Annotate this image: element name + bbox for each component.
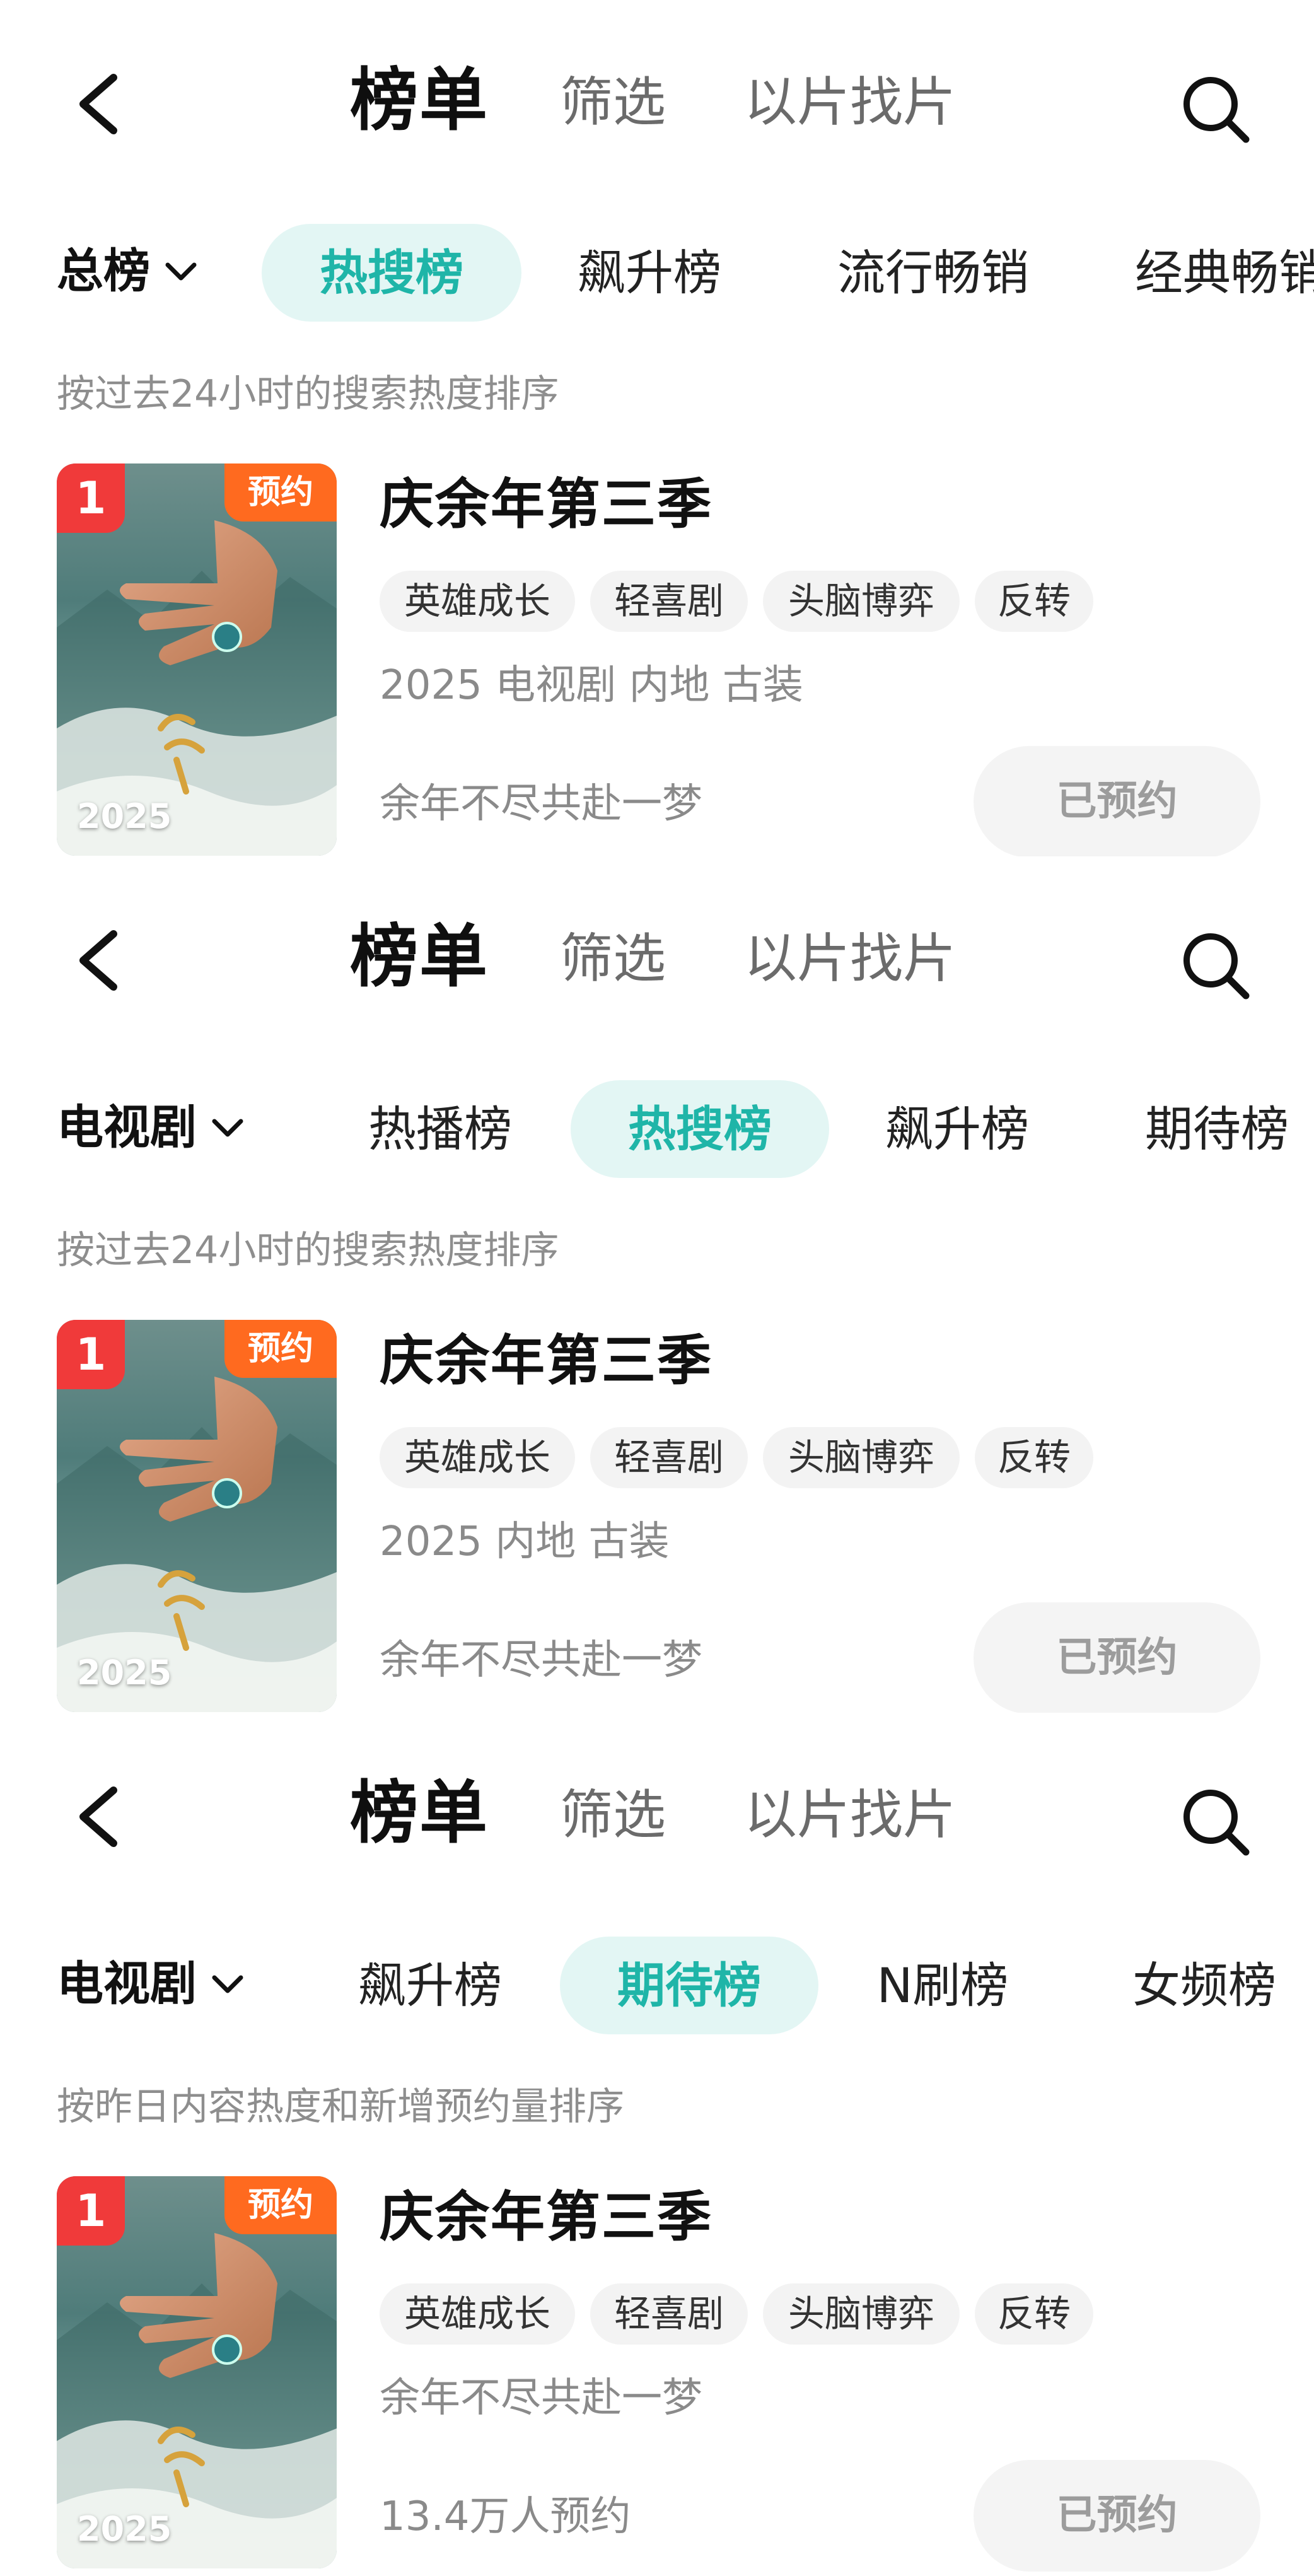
page-title: 榜单: [350, 918, 489, 996]
chip-rising[interactable]: 飙升榜: [863, 1080, 1052, 1178]
poster-year: 2025: [77, 1653, 172, 1693]
poster-year: 2025: [77, 796, 172, 836]
back-button[interactable]: [69, 1779, 126, 1855]
chevron-left-icon: [79, 930, 117, 991]
ranking-description: 按过去24小时的搜索热度排序: [57, 372, 559, 416]
tab-filter[interactable]: 筛选: [560, 66, 666, 139]
chevron-down-icon: [211, 1971, 245, 1996]
rank-badge: 1: [57, 1320, 125, 1389]
show-slogan: 余年不尽共赴一梦: [380, 2375, 702, 2422]
tag: 轻喜剧: [590, 2283, 748, 2345]
ranking-panel-1: 榜单 筛选 以片找片 总榜 热搜榜 飙升榜 流行畅销 经典畅销 按过去24小时的…: [0, 0, 1314, 856]
chip-anticipated[interactable]: 期待榜: [560, 1937, 818, 2034]
reserved-button[interactable]: 已预约: [974, 746, 1260, 856]
chip-classic-bestsellers[interactable]: 经典畅销: [1135, 224, 1314, 322]
category-label: 总榜: [57, 244, 150, 298]
chip-popular-bestsellers[interactable]: 流行畅销: [820, 224, 1047, 322]
ranking-panel-3: 榜单 筛选 以片找片 电视剧 飙升榜 期待榜 N刷榜 女频榜 按昨日内容热度和新…: [0, 1713, 1314, 2576]
chip-hot-play[interactable]: 热播榜: [346, 1080, 535, 1178]
chip-anticipated[interactable]: 期待榜: [1122, 1080, 1311, 1178]
show-slogan: 余年不尽共赴一梦: [380, 1637, 702, 1684]
tag: 轻喜剧: [590, 1427, 748, 1488]
tag: 英雄成长: [380, 1427, 575, 1488]
chip-rising[interactable]: 飙升榜: [555, 224, 744, 322]
show-slogan: 余年不尽共赴一梦: [380, 781, 702, 827]
back-button[interactable]: [69, 66, 126, 142]
rank-badge: 1: [57, 463, 125, 533]
category-label: 电视剧: [57, 1957, 197, 2011]
reserve-badge: 预约: [224, 463, 337, 522]
category-dropdown[interactable]: 电视剧: [57, 1096, 245, 1159]
reservation-count: 13.4万人预约: [380, 2493, 631, 2540]
tag: 英雄成长: [380, 2283, 575, 2345]
poster[interactable]: 1 预约 2025: [57, 1320, 337, 1712]
tag: 英雄成长: [380, 571, 575, 632]
search-button[interactable]: [1179, 929, 1252, 1001]
chip-rising[interactable]: 飙升榜: [335, 1937, 525, 2034]
tag: 反转: [975, 571, 1093, 632]
tag: 头脑博弈: [763, 1427, 960, 1488]
tab-find-by-film[interactable]: 以片找片: [744, 66, 956, 139]
tab-find-by-film[interactable]: 以片找片: [744, 1779, 956, 1851]
poster-year: 2025: [77, 2509, 172, 2549]
search-button[interactable]: [1179, 1785, 1252, 1858]
chevron-down-icon: [164, 259, 198, 284]
chevron-left-icon: [79, 1786, 117, 1847]
chip-hot-search[interactable]: 热搜榜: [571, 1080, 829, 1178]
ranking-description: 按过去24小时的搜索热度排序: [57, 1228, 559, 1273]
category-dropdown[interactable]: 总榜: [57, 240, 198, 303]
tag: 头脑博弈: [763, 2283, 960, 2345]
chip-hot-search[interactable]: 热搜榜: [262, 224, 521, 322]
ranking-panel-2: 榜单 筛选 以片找片 电视剧 热播榜 热搜榜 飙升榜 期待榜 按过去24小时的搜…: [0, 856, 1314, 1713]
chip-n-rewatch[interactable]: N刷榜: [851, 1937, 1034, 2034]
reserve-badge: 预约: [224, 2176, 337, 2234]
search-icon: [1183, 1790, 1250, 1856]
ranking-description: 按昨日内容热度和新增预约量排序: [57, 2085, 624, 2129]
page-title: 榜单: [350, 61, 489, 140]
poster[interactable]: 1 预约 2025: [57, 463, 337, 856]
category-label: 电视剧: [57, 1100, 197, 1155]
reserved-button[interactable]: 已预约: [974, 2460, 1260, 2572]
tab-find-by-film[interactable]: 以片找片: [744, 923, 956, 995]
chip-female-oriented[interactable]: 女频榜: [1110, 1937, 1299, 2034]
show-meta: 2025 电视剧 内地 古装: [380, 662, 803, 709]
reserve-badge: 预约: [224, 1320, 337, 1378]
tab-filter[interactable]: 筛选: [560, 1779, 666, 1851]
tab-filter[interactable]: 筛选: [560, 923, 666, 995]
page-title: 榜单: [350, 1774, 489, 1853]
show-title[interactable]: 庆余年第三季: [380, 1326, 712, 1396]
chevron-down-icon: [211, 1115, 245, 1140]
search-icon: [1183, 933, 1250, 1000]
tag: 头脑博弈: [763, 571, 960, 632]
show-title[interactable]: 庆余年第三季: [380, 470, 712, 539]
reserved-button[interactable]: 已预约: [974, 1602, 1260, 1713]
tag: 反转: [975, 2283, 1093, 2345]
search-icon: [1183, 77, 1250, 143]
category-dropdown[interactable]: 电视剧: [57, 1952, 245, 2015]
poster[interactable]: 1 预约 2025: [57, 2176, 337, 2568]
show-title[interactable]: 庆余年第三季: [380, 2183, 712, 2252]
tag: 反转: [975, 1427, 1093, 1488]
show-meta: 2025 内地 古装: [380, 1518, 670, 1565]
rank-badge: 1: [57, 2176, 125, 2246]
search-button[interactable]: [1179, 73, 1252, 145]
back-button[interactable]: [69, 923, 126, 998]
chevron-left-icon: [79, 74, 117, 134]
tag: 轻喜剧: [590, 571, 748, 632]
